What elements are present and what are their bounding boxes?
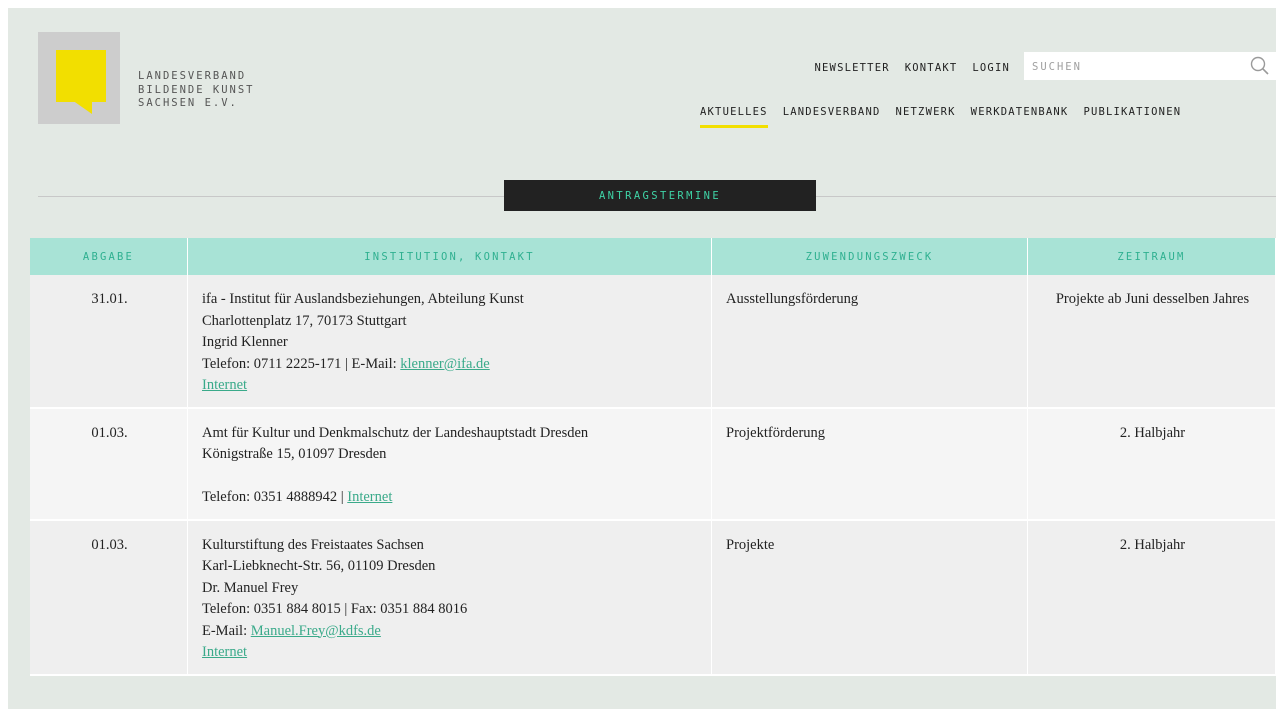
logo-line-3: SACHSEN E.V. bbox=[138, 97, 238, 109]
institution-line: Kulturstiftung des Freistaates Sachsen bbox=[202, 536, 424, 553]
internet-line: Internet bbox=[202, 642, 699, 664]
nav-login[interactable]: LOGIN bbox=[972, 62, 1010, 74]
table-row: 31.01. ifa - Institut für Auslandsbezieh… bbox=[30, 275, 1276, 409]
cell-purpose: Projekte bbox=[712, 520, 1028, 674]
cell-institution: Kulturstiftung des Freistaates Sachsen K… bbox=[188, 520, 712, 674]
header-institution: INSTITUTION, KONTAKT bbox=[188, 238, 712, 275]
nav-werkdatenbank[interactable]: WERKDATENBANK bbox=[971, 106, 1069, 118]
search-icon[interactable] bbox=[1250, 56, 1270, 76]
cell-date: 31.01. bbox=[30, 275, 188, 407]
cell-date: 01.03. bbox=[30, 520, 188, 674]
table-row: 01.03. Amt für Kultur und Denkmalschutz … bbox=[30, 408, 1276, 521]
nav-newsletter[interactable]: NEWSLETTER bbox=[815, 62, 890, 74]
contact-person: Ingrid Klenner bbox=[202, 334, 288, 350]
nav-landesverband[interactable]: LANDESVERBAND bbox=[783, 106, 881, 118]
email-prefix: E-Mail: bbox=[202, 622, 251, 639]
institution-line: ifa - Institut für Auslandsbeziehungen, … bbox=[202, 291, 524, 307]
logo-mark-tail bbox=[72, 100, 92, 114]
internet-link[interactable]: Internet bbox=[202, 644, 247, 660]
contact-person: Dr. Manuel Frey bbox=[202, 579, 299, 596]
logo-line-1: LANDESVERBAND bbox=[138, 70, 247, 82]
address-line: Karl-Liebknecht-Str. 56, 01109 Dresden bbox=[202, 558, 436, 574]
cell-purpose: Ausstellungsförderung bbox=[712, 275, 1028, 407]
cell-purpose: Projektförderung bbox=[712, 408, 1028, 519]
internet-link[interactable]: Internet bbox=[202, 377, 247, 393]
header-zuwendungszweck: ZUWENDUNGSZWECK bbox=[712, 238, 1028, 275]
header-zeitraum: ZEITRAUM bbox=[1028, 238, 1276, 275]
address-line: Charlottenplatz 17, 70173 Stuttgart bbox=[202, 312, 407, 329]
main-nav: AKTUELLES LANDESVERBAND NETZWERK WERKDAT… bbox=[700, 106, 1181, 128]
deadlines-table: ABGABE INSTITUTION, KONTAKT ZUWENDUNGSZW… bbox=[30, 238, 1276, 676]
logo-line-2: BILDENDE KUNST bbox=[138, 83, 255, 96]
address-line: Königstraße 15, 01097 Dresden bbox=[202, 446, 387, 462]
email-link[interactable]: Manuel.Frey@kdfs.de bbox=[251, 623, 381, 639]
site-logo[interactable]: LANDESVERBAND BILDENDE KUNST SACHSEN E.V… bbox=[38, 32, 278, 132]
phone-line: Telefon: 0351 4888942 | Internet bbox=[202, 487, 699, 509]
institution-line: Amt für Kultur und Denkmalschutz der Lan… bbox=[202, 424, 589, 441]
nav-kontakt[interactable]: KONTAKT bbox=[905, 62, 958, 74]
nav-publikationen[interactable]: PUBLIKATIONEN bbox=[1083, 106, 1181, 118]
email-link[interactable]: klenner@ifa.de bbox=[400, 356, 489, 372]
page-frame: LANDESVERBAND BILDENDE KUNST SACHSEN E.V… bbox=[8, 8, 1276, 709]
cell-date: 01.03. bbox=[30, 408, 188, 519]
cell-period: 2. Halbjahr bbox=[1028, 520, 1276, 674]
cell-period: 2. Halbjahr bbox=[1028, 408, 1276, 519]
table-row: 01.03. Kulturstiftung des Freistaates Sa… bbox=[30, 520, 1276, 676]
section-title: ANTRAGSTERMINE bbox=[504, 180, 816, 211]
nav-aktuelles[interactable]: AKTUELLES bbox=[700, 106, 768, 128]
search-box[interactable]: SUCHEN bbox=[1024, 52, 1276, 80]
cell-period: Projekte ab Juni desselben Jahres bbox=[1028, 275, 1276, 407]
phone-line: Telefon: 0351 884 8015 | Fax: 0351 884 8… bbox=[202, 601, 468, 617]
logo-mark-yellow bbox=[56, 50, 106, 102]
internet-link[interactable]: Internet bbox=[347, 489, 392, 505]
internet-line: Internet bbox=[202, 375, 699, 397]
header-abgabe: ABGABE bbox=[30, 238, 188, 275]
top-nav: NEWSLETTER KONTAKT LOGIN bbox=[815, 62, 1010, 74]
cell-institution: ifa - Institut für Auslandsbeziehungen, … bbox=[188, 275, 712, 407]
nav-netzwerk[interactable]: NETZWERK bbox=[895, 106, 955, 118]
phone-text: Telefon: 0711 2225-171 | E-Mail: bbox=[202, 355, 401, 372]
logo-text: LANDESVERBAND BILDENDE KUNST SACHSEN E.V… bbox=[138, 70, 255, 111]
table-header: ABGABE INSTITUTION, KONTAKT ZUWENDUNGSZW… bbox=[30, 238, 1276, 275]
search-placeholder: SUCHEN bbox=[1032, 61, 1082, 73]
phone-text: Telefon: 0351 4888942 | bbox=[202, 489, 348, 505]
phone-line: Telefon: 0711 2225-171 | E-Mail: klenner… bbox=[202, 354, 699, 376]
email-line: E-Mail: Manuel.Frey@kdfs.de bbox=[202, 621, 699, 643]
cell-institution: Amt für Kultur und Denkmalschutz der Lan… bbox=[188, 408, 712, 519]
